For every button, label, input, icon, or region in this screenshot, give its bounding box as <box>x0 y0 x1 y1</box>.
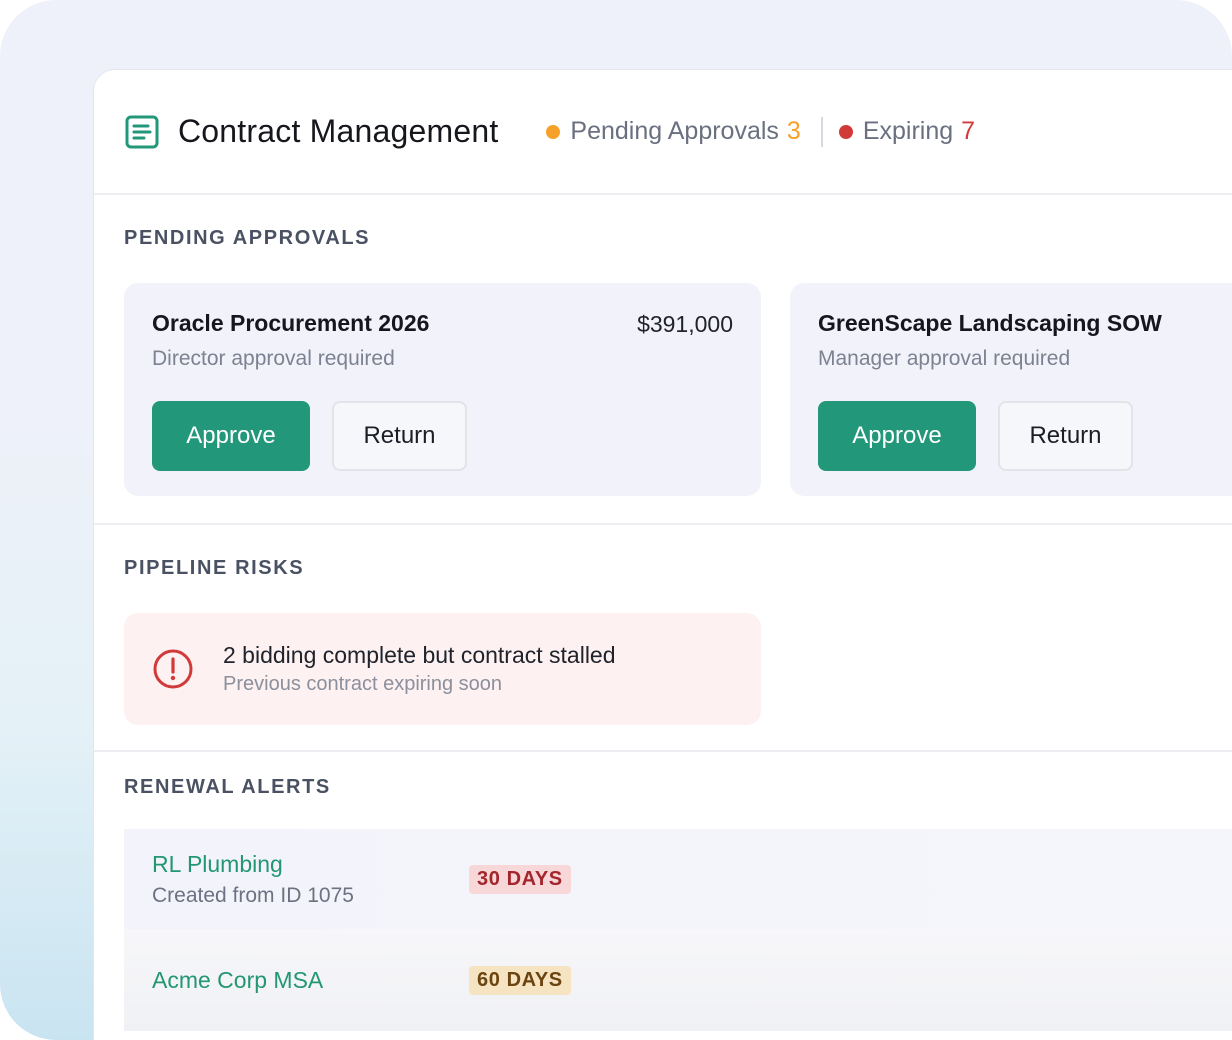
stat-expiring[interactable]: Expiring 7 <box>838 117 976 146</box>
stat-label: Pending Approvals <box>570 117 779 145</box>
risk-message: 2 bidding complete but contract stalled <box>223 642 616 668</box>
renewal-alerts-section: RENEWAL ALERTS RL Plumbing Created from … <box>94 752 1232 1031</box>
list-item[interactable]: RL Plumbing Created from ID 1075 30 DAYS <box>124 829 1232 929</box>
stat-pending-approvals[interactable]: Pending Approvals 3 <box>546 117 801 146</box>
return-button[interactable]: Return <box>332 401 467 471</box>
renewal-source: Created from ID 1075 <box>152 883 354 907</box>
days-badge: 60 DAYS <box>469 965 571 995</box>
risk-alert-card[interactable]: 2 bidding complete but contract stalled … <box>124 613 761 725</box>
renewal-name-link[interactable]: RL Plumbing <box>152 851 469 878</box>
approve-button[interactable]: Approve <box>818 401 976 471</box>
stat-count: 7 <box>961 117 976 145</box>
card-actions: Approve Return <box>152 401 733 471</box>
list-item[interactable]: Acme Corp MSA 60 DAYS <box>124 929 1232 1031</box>
pending-dot-icon <box>546 124 561 139</box>
pipeline-risks-section: PIPELINE RISKS 2 bidding complete but co… <box>94 525 1232 752</box>
contract-name: GreenScape Landscaping SOW <box>818 310 1162 336</box>
expiring-dot-icon <box>838 124 853 139</box>
document-icon <box>125 115 159 148</box>
risk-detail: Previous contract expiring soon <box>223 673 503 695</box>
section-title: RENEWAL ALERTS <box>124 776 331 798</box>
contract-management-panel: Contract Management Pending Approvals 3 … <box>93 69 1232 1040</box>
approval-requirement: Director approval required <box>152 347 395 370</box>
card-actions: Approve Return <box>818 401 1232 471</box>
approval-requirement: Manager approval required <box>818 347 1071 370</box>
approval-cards: Oracle Procurement 2026 Director approva… <box>124 283 1232 496</box>
approval-card: Oracle Procurement 2026 Director approva… <box>124 283 761 496</box>
renewal-text: RL Plumbing Created from ID 1075 <box>152 851 469 908</box>
section-title: PENDING APPROVALS <box>124 227 371 249</box>
alert-circle-icon <box>153 649 193 689</box>
approve-button[interactable]: Approve <box>152 401 310 471</box>
section-title: PIPELINE RISKS <box>124 557 305 579</box>
renewal-name-link[interactable]: Acme Corp MSA <box>152 967 469 994</box>
page-title: Contract Management <box>178 113 499 149</box>
pending-approvals-section: PENDING APPROVALS Oracle Procurement 202… <box>94 195 1232 525</box>
risk-text: 2 bidding complete but contract stalled … <box>223 642 616 696</box>
stat-label: Expiring <box>862 117 954 145</box>
stat-count: 3 <box>786 117 801 145</box>
panel-header: Contract Management Pending Approvals 3 … <box>94 70 1232 195</box>
header-stats: Pending Approvals 3 Expiring 7 <box>546 116 976 147</box>
stat-divider <box>820 116 823 147</box>
days-badge: 30 DAYS <box>469 864 571 894</box>
approval-card: GreenScape Landscaping SOW Manager appro… <box>790 283 1232 496</box>
renewal-list: RL Plumbing Created from ID 1075 30 DAYS… <box>94 829 1232 1031</box>
return-button[interactable]: Return <box>998 401 1133 471</box>
renewal-text: Acme Corp MSA <box>152 967 469 994</box>
contract-amount: $391,000 <box>637 311 733 337</box>
